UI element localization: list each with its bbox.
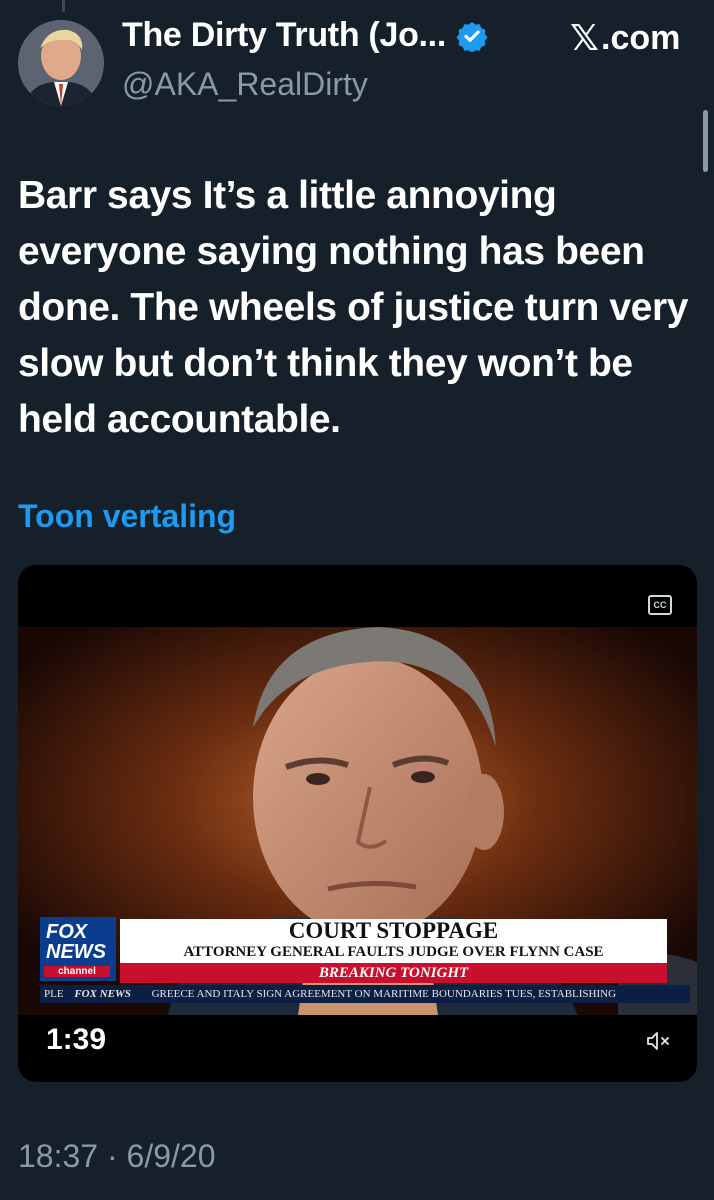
tweet-header: The Dirty Truth (Jo... @AKA_RealDirty 𝕏 … [0,0,714,172]
speaker-muted-icon[interactable] [646,1030,672,1052]
x-logo-icon: 𝕏 [570,18,600,59]
chyron-headline: COURT STOPPAGE [288,918,499,943]
verified-badge-icon [456,21,488,52]
ticker-left: PLE [44,988,64,1000]
video-player[interactable]: CC FOX NEWS channel COURT STOPPAGE ATTOR… [18,565,697,1082]
tweet-text: Barr says It’s a little annoying everyon… [18,174,689,441]
avatar[interactable] [18,20,104,106]
breaking-banner: BREAKING TONIGHT [120,963,667,983]
user-handle[interactable]: @AKA_RealDirty [122,66,368,103]
chyron-headline-box: COURT STOPPAGE ATTORNEY GENERAL FAULTS J… [120,919,667,963]
profile-photo-icon [18,20,104,106]
scrollbar[interactable] [703,110,708,172]
captions-button[interactable]: CC [648,595,672,615]
fox-news-logo: FOX NEWS channel [40,917,116,981]
news-ticker: PLE FOX NEWS GREECE AND ITALY SIGN AGREE… [40,985,690,1003]
video-duration: 1:39 [46,1023,107,1056]
chyron-subheadline: ATTORNEY GENERAL FAULTS JUDGE OVER FLYNN… [183,944,604,960]
news-chyron: FOX NEWS channel COURT STOPPAGE ATTORNEY… [40,915,690,1003]
site-label[interactable]: 𝕏 .com [570,18,680,59]
translate-link[interactable]: Toon vertaling [18,498,236,535]
display-name[interactable]: The Dirty Truth (Jo... [122,16,446,55]
tweet-timestamp[interactable]: 18:37 · 6/9/20 [18,1138,215,1175]
site-domain: .com [601,19,681,57]
ticker-text: GREECE AND ITALY SIGN AGREEMENT ON MARIT… [151,988,617,1000]
ticker-brand: FOX NEWS [74,988,131,1000]
